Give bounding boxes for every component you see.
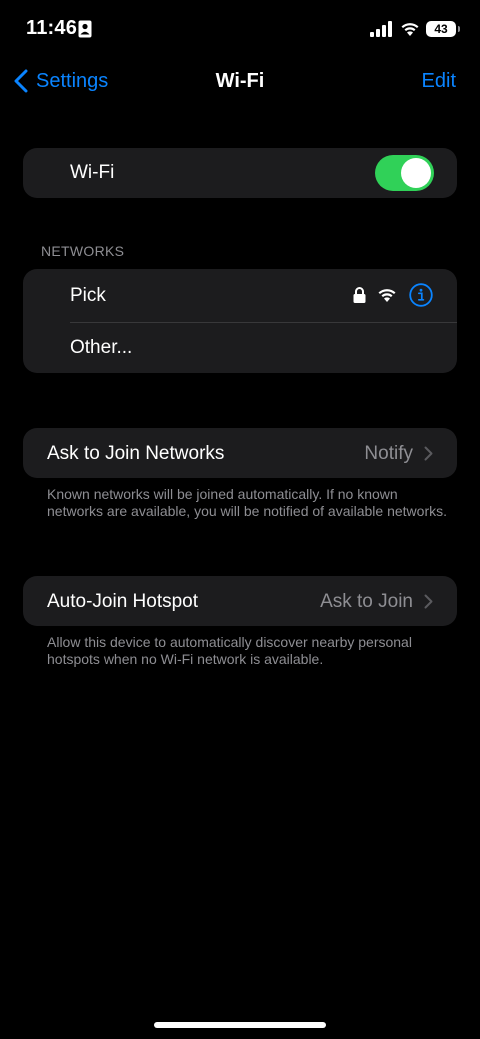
ask-to-join-group: Ask to Join Networks Notify (23, 428, 457, 478)
contact-badge-icon (78, 20, 92, 38)
wifi-status-icon (401, 23, 419, 36)
wifi-toggle-switch[interactable] (375, 155, 434, 191)
network-name: Pick (70, 285, 106, 306)
wifi-toggle-group: Wi-Fi (23, 148, 457, 198)
auto-join-hotspot-row[interactable]: Auto-Join Hotspot Ask to Join (23, 576, 457, 626)
network-row-pick[interactable]: Pick (23, 269, 457, 323)
ask-to-join-label: Ask to Join Networks (47, 443, 225, 464)
toggle-knob (401, 158, 431, 188)
ask-to-join-footnote: Known networks will be joined automatica… (47, 486, 447, 519)
chevron-right-icon (424, 446, 433, 461)
lock-icon (353, 287, 366, 303)
status-bar: 11:46 43 (0, 0, 480, 58)
network-name: Other... (70, 337, 133, 358)
ask-to-join-value: Notify (364, 443, 413, 464)
networks-group: Pick Other... (23, 269, 457, 373)
status-indicators: 43 (370, 19, 460, 39)
info-icon[interactable] (409, 283, 433, 307)
status-time: 11:46 (26, 17, 78, 39)
battery-level: 43 (434, 22, 448, 36)
battery-cap (458, 26, 460, 32)
auto-join-hotspot-footnote: Allow this device to automatically disco… (47, 634, 412, 667)
ask-to-join-row[interactable]: Ask to Join Networks Notify (23, 428, 457, 478)
wifi-settings-screen: 11:46 43 Settings Wi-Fi Edit Wi-Fi NETWO… (0, 0, 480, 1039)
networks-section-header: NETWORKS (41, 243, 125, 259)
home-indicator[interactable] (154, 1022, 326, 1028)
auto-join-hotspot-value: Ask to Join (320, 591, 413, 612)
navigation-bar: Settings Wi-Fi Edit (0, 58, 480, 104)
battery-indicator: 43 (426, 21, 456, 37)
network-row-other[interactable]: Other... (23, 321, 457, 373)
page-title: Wi-Fi (215, 70, 265, 92)
cellular-signal-icon (370, 21, 392, 37)
wifi-toggle-label: Wi-Fi (70, 162, 115, 183)
auto-join-hotspot-label: Auto-Join Hotspot (47, 591, 199, 612)
auto-join-hotspot-group: Auto-Join Hotspot Ask to Join (23, 576, 457, 626)
chevron-right-icon (424, 594, 433, 609)
wifi-strength-icon (378, 289, 396, 302)
edit-button[interactable]: Edit (422, 70, 456, 93)
